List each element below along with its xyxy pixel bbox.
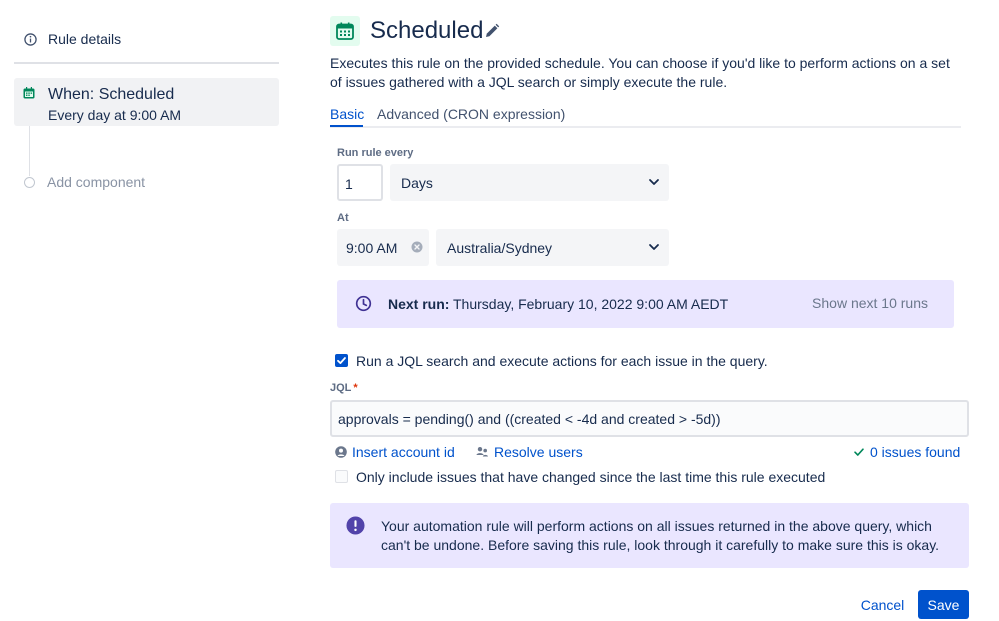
next-run-label: Next run: xyxy=(388,296,450,312)
info-icon xyxy=(24,32,37,46)
warning-panel: Your automation rule will perform action… xyxy=(330,503,969,568)
exclamation-icon xyxy=(346,516,365,535)
timezone-select[interactable]: Australia/Sydney xyxy=(436,229,669,266)
run-every-input[interactable]: 1 xyxy=(337,164,383,201)
interval-unit-select[interactable]: Days xyxy=(390,164,669,201)
calendar-icon xyxy=(336,22,354,40)
tab-basic[interactable]: Basic xyxy=(330,106,364,122)
jql-label-text: JQL xyxy=(330,382,352,394)
next-run-panel: Next run: Thursday, February 10, 2022 9:… xyxy=(337,280,954,328)
time-value: 9:00 AM xyxy=(346,240,398,256)
chevron-down-icon xyxy=(649,244,659,250)
resolve-users-link[interactable]: Resolve users xyxy=(476,444,583,460)
check-icon xyxy=(337,357,346,364)
chevron-down-icon xyxy=(649,179,659,185)
pencil-icon[interactable] xyxy=(484,23,500,39)
interval-unit-value: Days xyxy=(401,175,433,191)
add-component-label: Add component xyxy=(47,174,146,190)
person-icon xyxy=(335,446,347,458)
sidebar-item-trigger[interactable]: When: Scheduled Every day at 9:00 AM xyxy=(14,78,279,126)
sidebar-divider xyxy=(14,62,279,64)
calendar-icon xyxy=(23,87,35,99)
save-button[interactable]: Save xyxy=(918,590,969,619)
active-tab-indicator xyxy=(330,125,363,127)
show-next-runs-button[interactable]: Show next 10 runs xyxy=(812,295,928,311)
check-icon xyxy=(854,448,864,456)
add-component-button[interactable]: Add component xyxy=(24,174,145,190)
trigger-title: When: Scheduled xyxy=(48,86,175,103)
header-calendar-icon xyxy=(330,16,360,46)
next-run-value: Thursday, February 10, 2022 9:00 AM AEDT xyxy=(453,296,729,312)
sidebar-item-rule-details[interactable]: Rule details xyxy=(24,31,121,47)
at-label: At xyxy=(337,212,349,224)
issues-found-label: 0 issues found xyxy=(870,444,961,460)
insert-account-id-link[interactable]: Insert account id xyxy=(335,444,455,460)
flow-connector xyxy=(29,126,30,176)
clock-icon xyxy=(355,295,372,312)
required-marker: * xyxy=(353,382,358,394)
jql-label: JQL * xyxy=(330,382,358,394)
jql-value: approvals = pending() and ((created < -4… xyxy=(338,411,721,427)
run-every-value: 1 xyxy=(345,176,353,192)
jql-input[interactable]: approvals = pending() and ((created < -4… xyxy=(330,400,969,437)
resolve-users-label: Resolve users xyxy=(494,444,583,460)
tab-advanced-cron[interactable]: Advanced (CRON expression) xyxy=(377,106,565,122)
people-icon xyxy=(476,447,488,457)
run-jql-label: Run a JQL search and execute actions for… xyxy=(356,353,768,369)
warning-text: Your automation rule will perform action… xyxy=(381,518,940,553)
timezone-value: Australia/Sydney xyxy=(447,240,553,256)
trigger-subtitle: Every day at 9:00 AM xyxy=(48,107,182,123)
insert-account-id-label: Insert account id xyxy=(352,444,455,460)
page-title: Scheduled xyxy=(370,17,484,44)
rule-description: Executes this rule on the provided sched… xyxy=(330,55,950,90)
issues-found-link[interactable]: 0 issues found xyxy=(853,444,960,460)
sidebar-item-label: Rule details xyxy=(48,31,122,47)
tab-bar: Basic Advanced (CRON expression) xyxy=(330,104,961,128)
cancel-button[interactable]: Cancel xyxy=(853,590,912,619)
clear-icon[interactable] xyxy=(411,241,423,253)
only-changed-checkbox[interactable] xyxy=(335,470,348,483)
only-changed-label: Only include issues that have changed si… xyxy=(356,469,826,485)
time-picker[interactable]: 9:00 AM xyxy=(337,229,429,266)
sidebar: Rule details When: Scheduled Every day a… xyxy=(14,0,279,621)
add-component-dot-icon xyxy=(24,176,35,188)
run-every-label: Run rule every xyxy=(337,147,414,159)
run-jql-checkbox[interactable] xyxy=(335,354,348,367)
